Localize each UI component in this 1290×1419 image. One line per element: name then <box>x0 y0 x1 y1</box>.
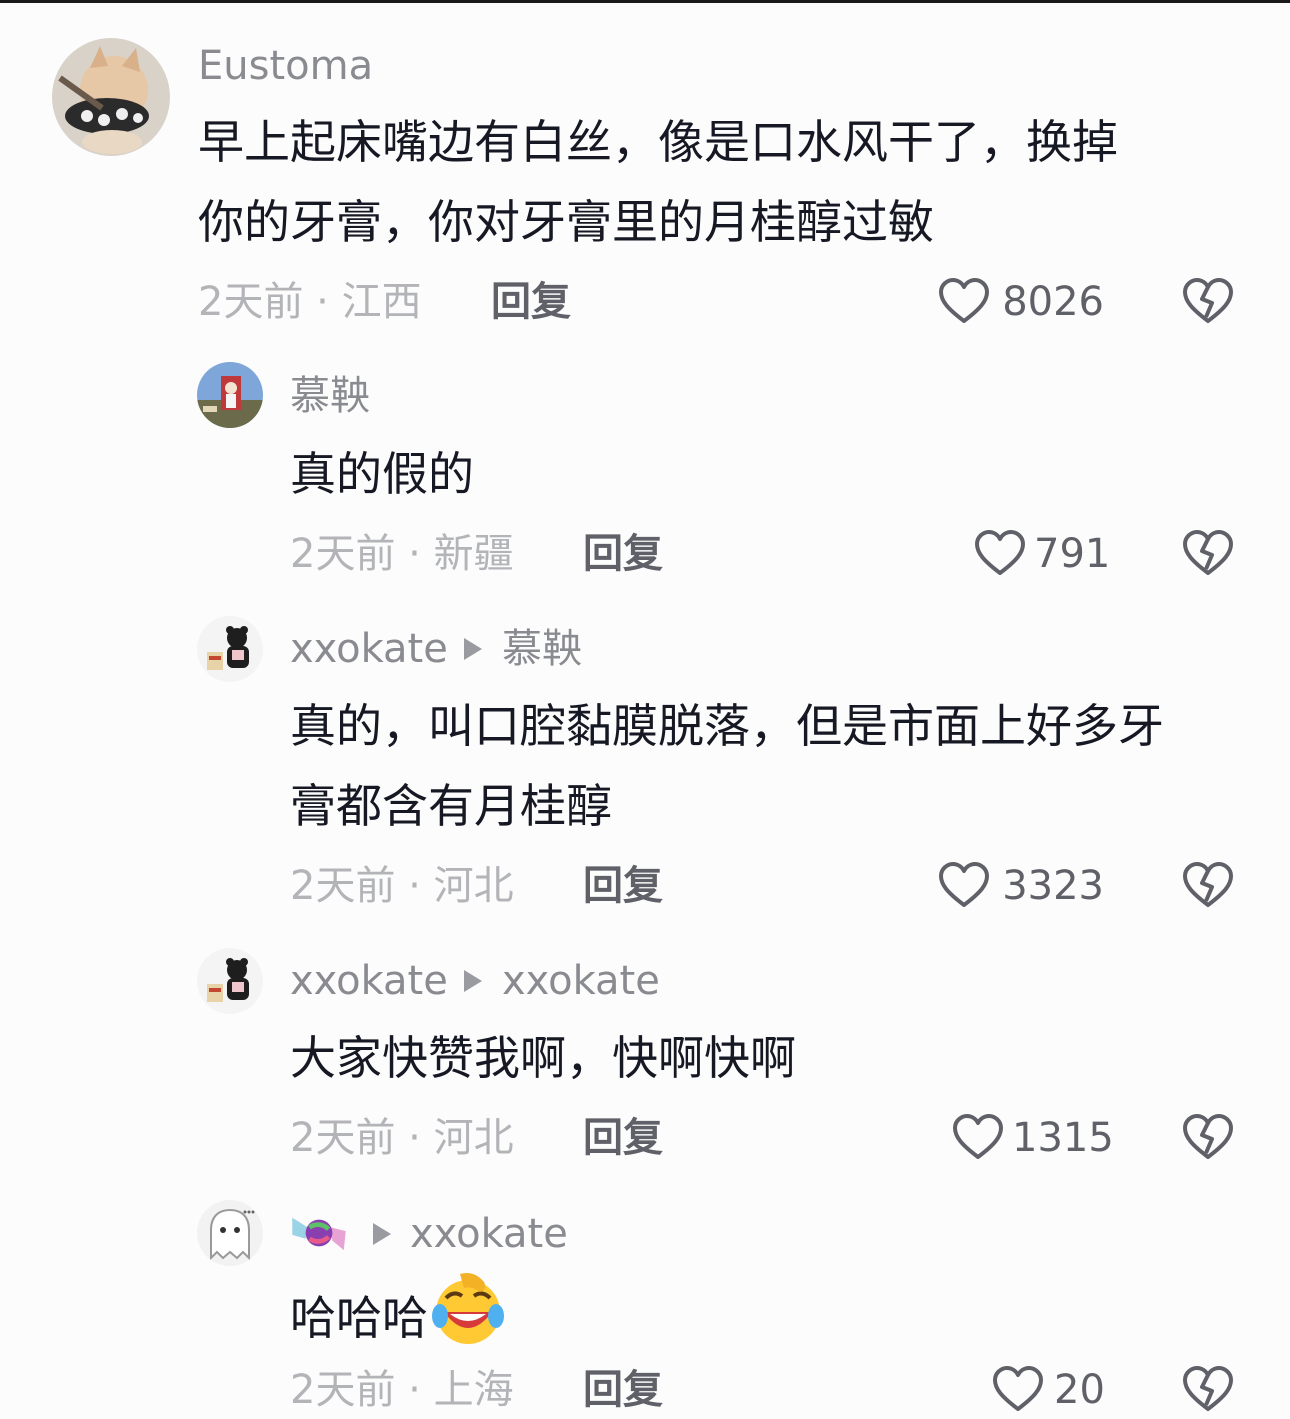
heart-icon[interactable] <box>938 277 990 325</box>
comment-location: 新疆 <box>433 531 514 577</box>
user-avatar[interactable] <box>197 362 263 428</box>
photo-avatar-icon <box>197 362 263 428</box>
user-avatar[interactable] <box>197 616 263 682</box>
comment-location: 江西 <box>341 279 422 325</box>
comment-text-content: 哈哈哈 <box>290 1291 428 1345</box>
comment-time: 2天前 <box>290 1367 396 1413</box>
heart-icon[interactable] <box>992 1365 1044 1413</box>
user-avatar[interactable] <box>197 1200 263 1266</box>
comment-text: 真的，叫口腔黏膜脱落，但是市面上好多牙 膏都含有月桂醇 <box>290 686 1250 846</box>
ghost-avatar-icon <box>197 1200 263 1266</box>
bear-avatar-icon <box>197 948 263 1014</box>
comment-time: 2天前 <box>290 531 396 577</box>
reply-to-username[interactable]: 慕鞅 <box>502 629 582 669</box>
bear-avatar-icon <box>197 616 263 682</box>
reply-to-username[interactable]: xxokate <box>502 961 660 1001</box>
comment-text-line: 膏都含有月桂醇 <box>290 779 612 833</box>
reply-button[interactable]: 回复 <box>583 1118 663 1158</box>
broken-heart-icon[interactable] <box>1182 1365 1234 1413</box>
comment-text: 哈哈哈 <box>290 1272 1190 1358</box>
reply-arrow-icon <box>464 970 482 992</box>
comment-text: 真的假的 <box>290 447 474 501</box>
reply-button[interactable]: 回复 <box>491 282 571 322</box>
meta-separator: · <box>316 279 329 325</box>
comment-username[interactable]: Eustoma <box>198 46 373 86</box>
comment-meta: 2天前 · 江西 <box>198 282 422 322</box>
meta-separator: · <box>408 1367 421 1413</box>
comment-location: 河北 <box>433 863 514 909</box>
reply-to-username[interactable]: xxokate <box>410 1214 568 1254</box>
like-count: 8026 <box>1002 279 1104 325</box>
broken-heart-icon[interactable] <box>1182 861 1234 909</box>
comment-username[interactable]: 慕鞅 <box>290 376 370 416</box>
broken-heart-icon[interactable] <box>1182 529 1234 577</box>
comment-meta: 2天前 · 河北 <box>290 866 514 906</box>
reply-button[interactable]: 回复 <box>583 1370 663 1410</box>
heart-icon[interactable] <box>952 1113 1004 1161</box>
like-count: 1315 <box>1012 1115 1114 1161</box>
comment-location: 上海 <box>433 1367 514 1413</box>
laughing-emoji-icon <box>432 1273 504 1344</box>
comment-meta: 2天前 · 上海 <box>290 1370 514 1410</box>
reply-button[interactable]: 回复 <box>583 534 663 574</box>
broken-heart-icon[interactable] <box>1182 277 1234 325</box>
user-avatar[interactable] <box>52 38 170 156</box>
comment-text-line: 早上起床嘴边有白丝，像是口水风干了，换掉 <box>198 115 1118 169</box>
meta-separator: · <box>408 1115 421 1161</box>
comment-meta: 2天前 · 新疆 <box>290 534 514 574</box>
comment-time: 2天前 <box>290 1115 396 1161</box>
meta-separator: · <box>408 531 421 577</box>
comment-meta: 2天前 · 河北 <box>290 1118 514 1158</box>
user-avatar[interactable] <box>197 948 263 1014</box>
meta-separator: · <box>408 863 421 909</box>
reply-arrow-icon <box>373 1223 391 1245</box>
comment-text: 早上起床嘴边有白丝，像是口水风干了，换掉 你的牙膏，你对牙膏里的月桂醇过敏 <box>198 102 1208 262</box>
like-count: 3323 <box>1002 863 1104 909</box>
like-count: 791 <box>1034 531 1111 577</box>
comment-text: 大家快赞我啊，快啊快啊 <box>290 1031 796 1085</box>
top-divider <box>0 0 1290 3</box>
comment-username[interactable]: xxokate <box>290 629 448 669</box>
comment-username[interactable]: xxokate <box>290 961 448 1001</box>
broken-heart-icon[interactable] <box>1182 1113 1234 1161</box>
reply-arrow-icon <box>464 638 482 660</box>
comment-text-line: 你的牙膏，你对牙膏里的月桂醇过敏 <box>198 195 934 249</box>
reply-button[interactable]: 回复 <box>583 866 663 906</box>
heart-icon[interactable] <box>938 861 990 909</box>
like-count: 20 <box>1054 1367 1105 1413</box>
comment-time: 2天前 <box>198 279 304 325</box>
comment-text-line: 真的，叫口腔黏膜脱落，但是市面上好多牙 <box>290 699 1164 753</box>
cat-avatar-icon <box>52 38 170 156</box>
comment-location: 河北 <box>433 1115 514 1161</box>
heart-icon[interactable] <box>974 529 1026 577</box>
comment-time: 2天前 <box>290 863 396 909</box>
